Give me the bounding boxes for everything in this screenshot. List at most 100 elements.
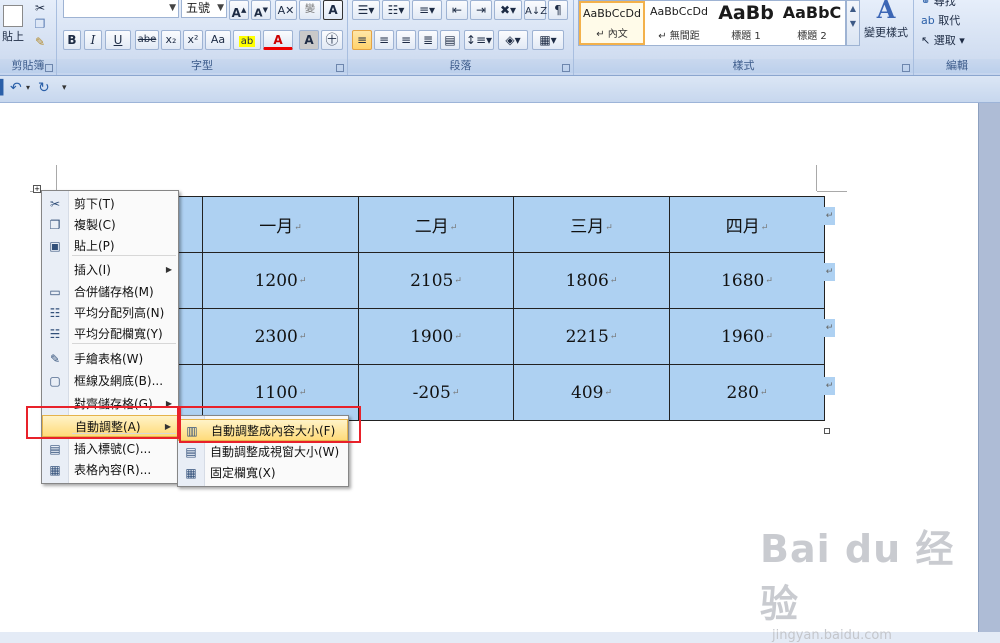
asian-layout-button[interactable]: ✖▾: [494, 0, 522, 20]
distributed-button[interactable]: ▤: [440, 30, 460, 50]
shrink-font-button[interactable]: A▼: [251, 0, 271, 20]
save-icon[interactable]: ▌: [0, 80, 9, 96]
menu-item-label: 自動調整(A): [75, 420, 141, 434]
chevron-down-icon: ▼: [169, 3, 176, 13]
table-cell[interactable]: 2300↵: [202, 308, 359, 365]
align-left-button[interactable]: ≡: [352, 30, 372, 50]
table-cell[interactable]: 1960↵: [669, 308, 825, 365]
font-dialog-launcher[interactable]: [336, 64, 344, 72]
style-no-spacing[interactable]: AaBbCcDd ↵ 無間距: [646, 1, 712, 45]
table-resize-handle[interactable]: [824, 428, 830, 434]
table-cell[interactable]: -205↵: [358, 364, 514, 421]
context-menu-item[interactable]: ✎ 手繪表格(W): [42, 348, 178, 370]
table-cell[interactable]: 280↵: [669, 364, 825, 421]
highlight-button[interactable]: ab: [233, 30, 261, 50]
undo-icon[interactable]: ↶: [10, 80, 22, 96]
menu-item-label: 複製(C): [74, 218, 116, 232]
numbered-list-icon: ☷▾: [387, 3, 405, 17]
table-cell[interactable]: 409↵: [513, 364, 670, 421]
styles-group-label: 樣式: [574, 59, 913, 73]
redo-icon[interactable]: ↻: [38, 80, 50, 96]
font-color-button[interactable]: A: [263, 30, 293, 50]
decrease-indent-button[interactable]: ⇤: [446, 0, 468, 20]
align-right-button[interactable]: ≡: [396, 30, 416, 50]
context-menu-item[interactable]: ▣ 貼上(P): [42, 235, 178, 257]
autofit-menu-item[interactable]: ▤ 自動調整成視窗大小(W): [178, 441, 348, 463]
numbering-button[interactable]: ☷▾: [382, 0, 410, 20]
context-menu-item[interactable]: ✂ 剪下(T): [42, 193, 178, 215]
phonetic-guide-button[interactable]: 變: [299, 0, 321, 20]
clipboard-dialog-launcher[interactable]: [45, 64, 53, 72]
paragraph-dialog-launcher[interactable]: [562, 64, 570, 72]
char-shading-button[interactable]: A: [299, 30, 319, 50]
superscript-button[interactable]: x²: [183, 30, 203, 50]
strikethrough-button[interactable]: abe: [135, 30, 159, 50]
context-menu-item[interactable]: ▢ 框線及網底(B)...: [42, 370, 178, 392]
margin-mark: [56, 165, 57, 191]
font-name-dropdown[interactable]: ▼: [63, 0, 179, 18]
line-spacing-button[interactable]: ↕≡▾: [464, 30, 494, 50]
multilevel-list-button[interactable]: ≡▾: [412, 0, 442, 20]
table-cell[interactable]: 2105↵: [358, 252, 514, 309]
style-normal[interactable]: AaBbCcDd ↵ 內文: [579, 1, 645, 45]
gallery-scroll[interactable]: ▲ ▼: [846, 0, 860, 46]
replace-button[interactable]: ab 取代: [920, 11, 990, 31]
show-marks-button[interactable]: ¶: [548, 0, 568, 20]
change-styles-button[interactable]: A 變更樣式: [862, 0, 910, 52]
bold-button[interactable]: B: [63, 30, 81, 50]
paste-button[interactable]: 貼上: [0, 2, 26, 46]
copy-button[interactable]: ❐: [31, 14, 49, 34]
table-context-menu: ✂ 剪下(T) ❐ 複製(C) ▣ 貼上(P) 插入(I) ▶ ▭ 合併儲存格(M) ☷ 平均分配列高…: [41, 190, 179, 484]
subscript-button[interactable]: x₂: [161, 30, 181, 50]
table-cell[interactable]: 一月↵: [202, 196, 359, 253]
table-cell[interactable]: 三月↵: [513, 196, 670, 253]
context-menu-item[interactable]: 插入(I) ▶: [42, 259, 178, 281]
table-cell[interactable]: 二月↵: [358, 196, 514, 253]
select-button[interactable]: ↖ 選取 ▾: [920, 31, 990, 51]
clipboard-group: 貼上 ✂ ❐ ✎ 剪貼簿: [0, 0, 57, 75]
context-menu-item[interactable]: ❐ 複製(C): [42, 214, 178, 236]
style-heading-1[interactable]: AaBb 標題 1: [713, 1, 779, 45]
table-cell[interactable]: 1900↵: [358, 308, 514, 365]
table-cell[interactable]: 四月↵: [669, 196, 825, 253]
font-size-dropdown[interactable]: 五號 ▼: [181, 0, 227, 18]
context-menu-item[interactable]: ☷ 平均分配列高(N): [42, 302, 178, 324]
grow-font-button[interactable]: A▲: [229, 0, 249, 20]
cursor-icon: ↖: [921, 34, 931, 47]
autofit-menu-item[interactable]: ▥ 自動調整成內容大小(F): [178, 419, 348, 441]
chevron-right-icon: ▶: [165, 399, 172, 408]
table-cell[interactable]: 1200↵: [202, 252, 359, 309]
context-menu-item[interactable]: ▦ 表格內容(R)...: [42, 459, 178, 481]
table-cell[interactable]: 2215↵: [513, 308, 670, 365]
chevron-down-icon[interactable]: ▾: [26, 80, 30, 96]
enclose-char-button[interactable]: ㊉: [321, 30, 343, 50]
underline-button[interactable]: U: [105, 30, 131, 50]
change-case-button[interactable]: Aa: [205, 30, 231, 50]
styles-dialog-launcher[interactable]: [902, 64, 910, 72]
table-cell[interactable]: 1680↵: [669, 252, 825, 309]
paste-icon: [3, 5, 23, 27]
format-painter-button[interactable]: ✎: [31, 32, 49, 52]
align-center-button[interactable]: ≡: [374, 30, 394, 50]
scissors-icon: ✂: [49, 197, 61, 211]
style-heading-2[interactable]: AaBbC 標題 2: [779, 1, 845, 45]
table-cell[interactable]: 1806↵: [513, 252, 670, 309]
bullets-button[interactable]: ☰▾: [352, 0, 380, 20]
increase-indent-button[interactable]: ⇥: [470, 0, 492, 20]
context-menu-item[interactable]: ▤ 插入標號(C)...: [42, 438, 178, 460]
borders-button[interactable]: ▦▾: [532, 30, 564, 50]
italic-button[interactable]: I: [84, 30, 102, 50]
char-border-button[interactable]: A: [323, 0, 343, 20]
customize-qat-icon[interactable]: ▾: [62, 80, 67, 96]
clear-formatting-button[interactable]: A✕: [275, 0, 297, 20]
context-menu-item[interactable]: 對齊儲存格(G) ▶: [42, 393, 178, 415]
context-menu-item[interactable]: ☵ 平均分配欄寬(Y): [42, 323, 178, 345]
shading-button[interactable]: ◈▾: [498, 30, 528, 50]
quick-access-toolbar: ▌ ↶ ▾ ↻ ▾: [0, 76, 1000, 103]
autofit-menu-item[interactable]: ▦ 固定欄寬(X): [178, 462, 348, 484]
context-menu-item[interactable]: ▭ 合併儲存格(M): [42, 281, 178, 303]
table-cell[interactable]: 1100↵: [202, 364, 359, 421]
table-move-handle[interactable]: +: [33, 185, 41, 193]
justify-button[interactable]: ≣: [418, 30, 438, 50]
sort-button[interactable]: A↓Z: [524, 0, 547, 20]
